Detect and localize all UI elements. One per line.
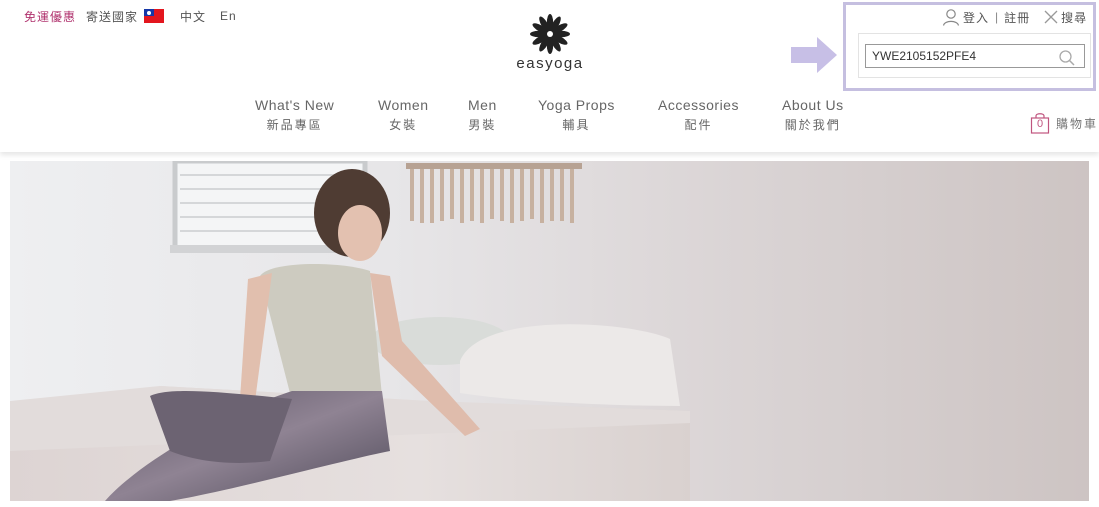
search-label: 搜尋 [1061, 10, 1088, 25]
close-search-button[interactable]: 搜尋 [1044, 9, 1087, 26]
login-link[interactable]: 登入 [963, 9, 989, 26]
site-header: 免運優惠 寄送國家 中文 En easyoga 登入 | 註冊 搜尋 YWE21… [0, 0, 1099, 152]
search-panel [858, 33, 1091, 78]
hero-banner[interactable] [10, 161, 1089, 501]
nav-label-en: Accessories [658, 97, 739, 113]
top-utility-bar: 免運優惠 寄送國家 中文 En [24, 7, 251, 25]
nav-item-yoga-props[interactable]: Yoga Props 輔具 [538, 97, 615, 133]
user-icon[interactable] [942, 8, 960, 26]
nav-label-zh: 男裝 [468, 118, 497, 132]
nav-label-zh: 新品專區 [266, 118, 323, 132]
nav-label-en: Yoga Props [538, 97, 615, 113]
nav-item-whats-new[interactable]: What's New 新品專區 [255, 97, 334, 133]
cart-button[interactable]: 0 購物車 [1030, 112, 1098, 134]
account-separator: | [995, 10, 999, 24]
nav-label-zh: 關於我們 [784, 118, 841, 132]
account-links: 登入 | 註冊 搜尋 [942, 7, 1087, 27]
language-english[interactable]: En [220, 9, 237, 23]
hero-image [10, 161, 690, 501]
flag-icon[interactable] [144, 9, 165, 23]
main-nav: What's New 新品專區 Women 女裝 Men 男裝 Yoga Pro… [0, 97, 1099, 137]
nav-label-en: Women [378, 97, 429, 113]
lotus-logo-icon [530, 14, 570, 54]
nav-label-zh: 配件 [684, 118, 713, 132]
search-icon[interactable] [1058, 49, 1076, 67]
close-icon [1044, 10, 1058, 24]
logo-text: easyoga [516, 55, 584, 72]
nav-label-en: What's New [255, 97, 335, 113]
register-link[interactable]: 註冊 [1004, 9, 1030, 26]
arrow-icon [791, 37, 837, 73]
site-logo[interactable]: easyoga [512, 14, 588, 74]
nav-label-zh: 輔具 [562, 118, 591, 132]
ship-country-label[interactable]: 寄送國家 [86, 8, 138, 25]
cart-count: 0 [1036, 118, 1044, 130]
nav-item-women[interactable]: Women 女裝 [378, 97, 428, 133]
language-chinese[interactable]: 中文 [180, 8, 206, 25]
nav-item-about-us[interactable]: About Us 關於我們 [782, 97, 844, 133]
search-input[interactable] [865, 44, 1085, 68]
nav-label-en: Men [468, 97, 497, 113]
nav-item-men[interactable]: Men 男裝 [468, 97, 497, 133]
cart-label: 購物車 [1056, 116, 1099, 131]
free-shipping-link[interactable]: 免運優惠 [24, 8, 76, 25]
nav-label-zh: 女裝 [389, 118, 418, 132]
nav-item-accessories[interactable]: Accessories 配件 [658, 97, 739, 133]
nav-label-en: About Us [782, 97, 844, 113]
